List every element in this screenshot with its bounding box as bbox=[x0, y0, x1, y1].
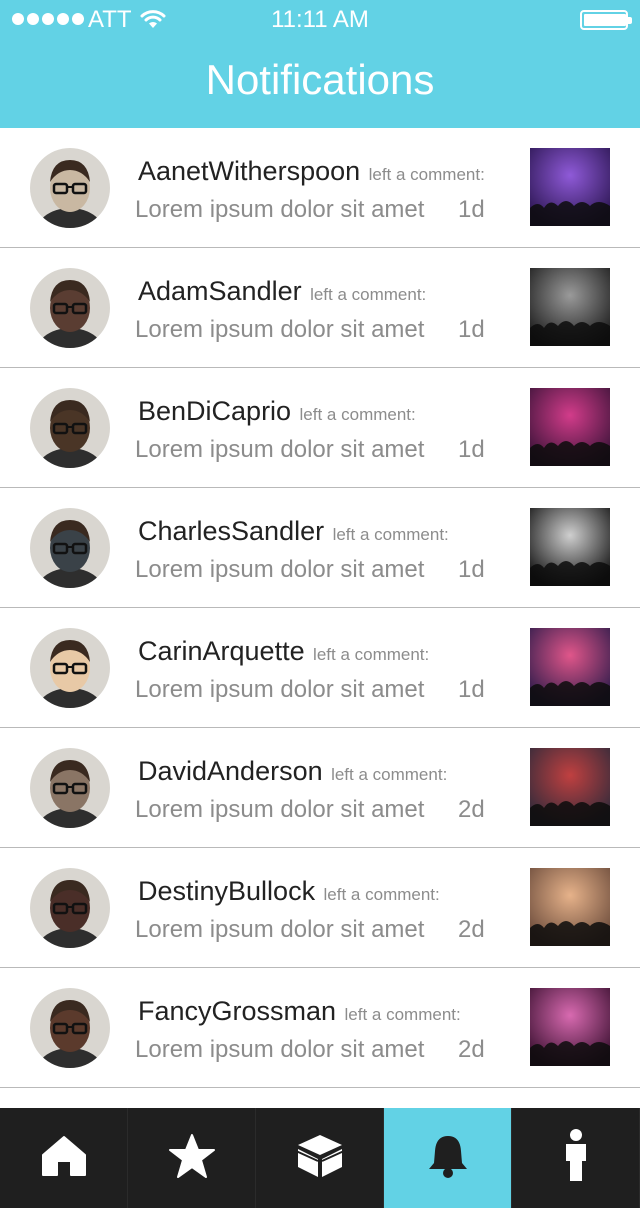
comment-text: Lorem ipsum dolor sit amet bbox=[135, 916, 425, 943]
user-avatar[interactable] bbox=[30, 508, 110, 588]
user-avatar[interactable] bbox=[30, 148, 110, 228]
notification-row[interactable]: CharlesSandler left a comment: Lorem ips… bbox=[0, 488, 640, 608]
header: ATT 11:11 AM Notifications bbox=[0, 0, 640, 128]
timestamp: 2d bbox=[458, 916, 485, 943]
post-thumbnail[interactable] bbox=[530, 628, 610, 706]
timestamp: 1d bbox=[458, 556, 485, 583]
username-link[interactable]: DestinyBullock bbox=[138, 876, 315, 906]
action-text: left a comment: bbox=[368, 165, 485, 184]
action-text: left a comment: bbox=[323, 885, 440, 904]
home-icon bbox=[41, 1135, 87, 1182]
notification-row[interactable]: FancyGrossman left a comment: Lorem ipsu… bbox=[0, 968, 640, 1088]
notification-header: CharlesSandler left a comment: bbox=[138, 516, 449, 547]
tab-bell[interactable] bbox=[384, 1108, 512, 1208]
notification-row[interactable]: DavidAnderson left a comment: Lorem ipsu… bbox=[0, 728, 640, 848]
user-avatar[interactable] bbox=[30, 268, 110, 348]
post-thumbnail[interactable] bbox=[530, 508, 610, 586]
post-thumbnail[interactable] bbox=[530, 388, 610, 466]
post-thumbnail[interactable] bbox=[530, 868, 610, 946]
action-text: left a comment: bbox=[331, 765, 448, 784]
username-link[interactable]: AanetWitherspoon bbox=[138, 156, 360, 186]
notification-list: AanetWitherspoon left a comment: Lorem i… bbox=[0, 128, 640, 1088]
action-text: left a comment: bbox=[344, 1005, 461, 1024]
notification-header: CarinArquette left a comment: bbox=[138, 636, 429, 667]
notification-row[interactable]: BenDiCaprio left a comment: Lorem ipsum … bbox=[0, 368, 640, 488]
comment-text: Lorem ipsum dolor sit amet bbox=[135, 676, 425, 703]
username-link[interactable]: AdamSandler bbox=[138, 276, 302, 306]
status-bar: ATT 11:11 AM bbox=[0, 0, 640, 40]
comment-text: Lorem ipsum dolor sit amet bbox=[135, 556, 425, 583]
battery-level bbox=[584, 14, 626, 26]
notification-row[interactable]: AanetWitherspoon left a comment: Lorem i… bbox=[0, 128, 640, 248]
notification-header: AanetWitherspoon left a comment: bbox=[138, 156, 485, 187]
notification-row[interactable]: AdamSandler left a comment: Lorem ipsum … bbox=[0, 248, 640, 368]
person-icon bbox=[563, 1128, 589, 1188]
user-avatar[interactable] bbox=[30, 748, 110, 828]
timestamp: 1d bbox=[458, 316, 485, 343]
notification-header: AdamSandler left a comment: bbox=[138, 276, 426, 307]
username-link[interactable]: BenDiCaprio bbox=[138, 396, 291, 426]
post-thumbnail[interactable] bbox=[530, 148, 610, 226]
battery-icon bbox=[580, 10, 632, 30]
notification-row[interactable]: CarinArquette left a comment: Lorem ipsu… bbox=[0, 608, 640, 728]
comment-text: Lorem ipsum dolor sit amet bbox=[135, 796, 425, 823]
user-avatar[interactable] bbox=[30, 868, 110, 948]
notification-header: BenDiCaprio left a comment: bbox=[138, 396, 416, 427]
timestamp: 1d bbox=[458, 436, 485, 463]
notification-header: DavidAnderson left a comment: bbox=[138, 756, 447, 787]
user-avatar[interactable] bbox=[30, 988, 110, 1068]
username-link[interactable]: DavidAnderson bbox=[138, 756, 323, 786]
timestamp: 1d bbox=[458, 676, 485, 703]
timestamp: 1d bbox=[458, 196, 485, 223]
comment-text: Lorem ipsum dolor sit amet bbox=[135, 196, 425, 223]
username-link[interactable]: FancyGrossman bbox=[138, 996, 336, 1026]
tab-star[interactable] bbox=[128, 1108, 256, 1208]
notification-header: DestinyBullock left a comment: bbox=[138, 876, 440, 907]
timestamp: 2d bbox=[458, 796, 485, 823]
timestamp: 2d bbox=[458, 1036, 485, 1063]
box-icon bbox=[294, 1133, 346, 1184]
tab-box[interactable] bbox=[256, 1108, 384, 1208]
star-icon bbox=[168, 1133, 216, 1184]
post-thumbnail[interactable] bbox=[530, 748, 610, 826]
user-avatar[interactable] bbox=[30, 388, 110, 468]
clock: 11:11 AM bbox=[271, 6, 369, 33]
user-avatar[interactable] bbox=[30, 628, 110, 708]
notification-row[interactable]: DestinyBullock left a comment: Lorem ips… bbox=[0, 848, 640, 968]
page-title: Notifications bbox=[205, 56, 435, 103]
post-thumbnail[interactable] bbox=[530, 268, 610, 346]
username-link[interactable]: CharlesSandler bbox=[138, 516, 324, 546]
tab-person[interactable] bbox=[512, 1108, 640, 1208]
action-text: left a comment: bbox=[299, 405, 416, 424]
action-text: left a comment: bbox=[332, 525, 449, 544]
username-link[interactable]: CarinArquette bbox=[138, 636, 305, 666]
tab-home[interactable] bbox=[0, 1108, 128, 1208]
action-text: left a comment: bbox=[313, 645, 430, 664]
post-thumbnail[interactable] bbox=[530, 988, 610, 1066]
comment-text: Lorem ipsum dolor sit amet bbox=[135, 436, 425, 463]
action-text: left a comment: bbox=[310, 285, 427, 304]
tab-bar bbox=[0, 1108, 640, 1208]
notification-header: FancyGrossman left a comment: bbox=[138, 996, 461, 1027]
comment-text: Lorem ipsum dolor sit amet bbox=[135, 1036, 425, 1063]
bell-icon bbox=[427, 1133, 469, 1184]
comment-text: Lorem ipsum dolor sit amet bbox=[135, 316, 425, 343]
